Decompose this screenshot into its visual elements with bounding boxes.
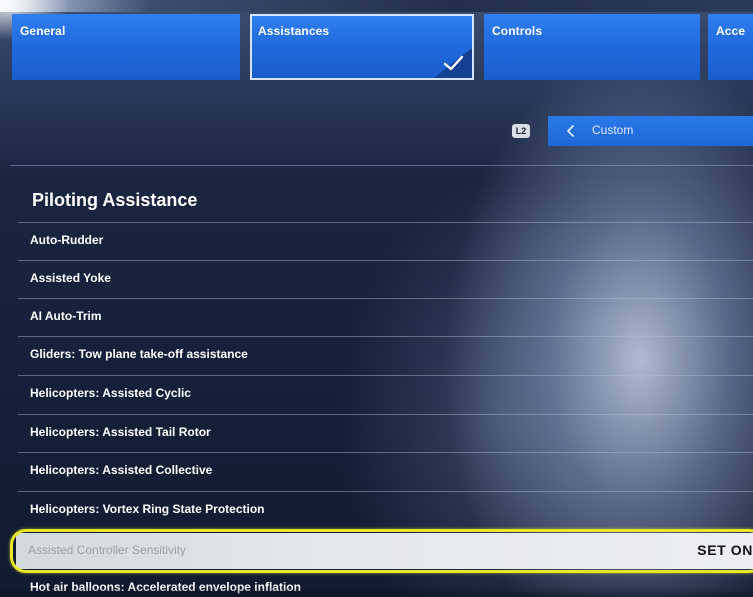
option-helicopters-vortex-ring[interactable]: Helicopters: Vortex Ring State Protectio… bbox=[18, 491, 753, 525]
tab-label: Controls bbox=[492, 24, 543, 38]
chevron-left-icon[interactable] bbox=[564, 124, 578, 138]
option-gliders-tow-plane[interactable]: Gliders: Tow plane take-off assistance bbox=[18, 336, 753, 370]
tab-label: Acce bbox=[716, 24, 746, 38]
option-helicopters-assisted-tail-rotor[interactable]: Helicopters: Assisted Tail Rotor bbox=[18, 414, 753, 448]
highlight-outline bbox=[10, 529, 753, 573]
option-label: Helicopters: Assisted Cyclic bbox=[30, 386, 191, 400]
preset-selector[interactable]: Custom bbox=[548, 116, 753, 146]
option-auto-rudder[interactable]: Auto-Rudder bbox=[18, 222, 753, 256]
tab-label: Assistances bbox=[258, 24, 330, 38]
option-label: Auto-Rudder bbox=[30, 233, 104, 247]
section-title: Piloting Assistance bbox=[32, 190, 198, 210]
settings-screen: General Assistances Controls Acce L2 Cus… bbox=[0, 0, 753, 597]
option-assisted-yoke[interactable]: Assisted Yoke bbox=[18, 260, 753, 294]
option-label: AI Auto-Trim bbox=[30, 309, 102, 323]
top-bar bbox=[0, 0, 753, 12]
divider bbox=[10, 165, 753, 166]
l2-button-hint: L2 bbox=[512, 124, 530, 138]
option-label: Gliders: Tow plane take-off assistance bbox=[30, 347, 248, 361]
checkmark-icon bbox=[443, 55, 464, 71]
option-helicopters-assisted-collective[interactable]: Helicopters: Assisted Collective bbox=[18, 452, 753, 486]
option-label: Helicopters: Assisted Tail Rotor bbox=[30, 425, 211, 439]
option-helicopters-assisted-cyclic[interactable]: Helicopters: Assisted Cyclic bbox=[18, 375, 753, 409]
preset-value: Custom bbox=[592, 123, 634, 137]
option-label: Assisted Yoke bbox=[30, 271, 111, 285]
tab-controls[interactable]: Controls bbox=[484, 14, 700, 80]
option-label: Helicopters: Vortex Ring State Protectio… bbox=[30, 502, 265, 516]
tab-assistances[interactable]: Assistances bbox=[250, 14, 474, 80]
tab-label: General bbox=[20, 24, 66, 38]
tab-general[interactable]: General bbox=[12, 14, 240, 80]
tab-accessibility[interactable]: Acce bbox=[708, 14, 753, 80]
bottom-fade bbox=[0, 586, 753, 597]
option-label: Helicopters: Assisted Collective bbox=[30, 463, 213, 477]
option-ai-auto-trim[interactable]: AI Auto-Trim bbox=[18, 298, 753, 332]
